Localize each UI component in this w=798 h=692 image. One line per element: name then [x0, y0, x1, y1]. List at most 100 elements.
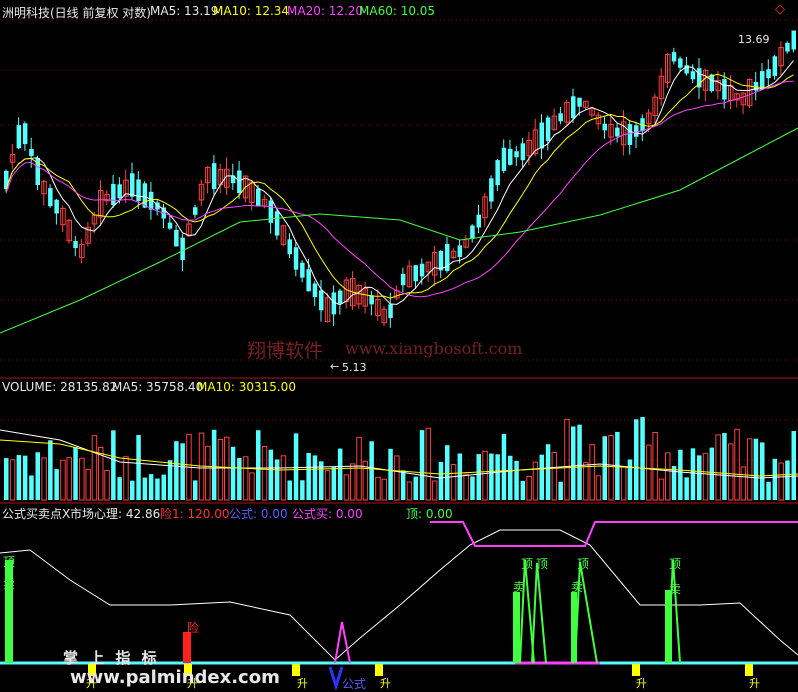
volume-bar [343, 474, 350, 501]
candle-body [419, 263, 425, 277]
volume-bar [205, 445, 211, 501]
candle-body [167, 222, 173, 229]
volume-bar [230, 446, 236, 500]
diamond-icon[interactable]: ◇ [775, 2, 785, 17]
candle-body [495, 160, 500, 186]
volume-bar [684, 477, 689, 500]
volume-bar [79, 457, 85, 501]
volume-bar [740, 466, 747, 501]
candle-body [22, 123, 28, 145]
volume-bar [595, 475, 602, 501]
candle-body [256, 188, 261, 207]
candle-body [111, 183, 116, 205]
volume-bar [261, 445, 268, 501]
candle-body [300, 262, 305, 278]
top-value: 顶: 0.00 [406, 507, 453, 521]
volume-bar [489, 453, 494, 500]
volume-bar [85, 468, 91, 501]
volume-bar [274, 459, 280, 500]
volume-bar [526, 475, 532, 501]
volume-bar [312, 455, 318, 500]
volume-bar [381, 478, 387, 501]
volume-bar [571, 426, 576, 500]
volume-bar [419, 430, 425, 500]
candle-body [627, 124, 633, 145]
top-signal-line [531, 562, 547, 664]
candle-body [678, 58, 683, 68]
volume-bar [331, 467, 337, 500]
ma60-line [0, 127, 798, 334]
indicator-name: 公式买卖点X [2, 507, 71, 521]
volume-bar [268, 449, 274, 500]
volume-bar [136, 435, 141, 500]
volume-bar [324, 470, 331, 501]
candle-body [690, 71, 696, 80]
volume-bar [715, 434, 721, 501]
candle-body [671, 52, 677, 62]
signal-top-label: 顶 [536, 557, 549, 571]
volume-value: VOLUME: 28135.82 [2, 380, 118, 394]
volume-bar [350, 463, 356, 501]
volume-bar [356, 436, 362, 501]
candle-body [274, 211, 280, 236]
candle-body [520, 143, 526, 161]
market-mind-value: 市场心理: 42.86 [70, 507, 161, 521]
volume-bar [520, 480, 526, 500]
candle-body [508, 148, 513, 165]
volume-bar [634, 419, 639, 500]
signal-risk-label: 险 [187, 621, 200, 635]
candle-body [237, 170, 242, 194]
volume-bar [16, 455, 22, 500]
volume-bar [463, 473, 469, 501]
volume-bar [242, 456, 249, 501]
candle-body [211, 163, 217, 190]
formula-buy-value: 公式买: 0.00 [292, 507, 363, 521]
volume-bar [457, 453, 463, 500]
candle-body [174, 229, 179, 247]
volume-bar [514, 460, 519, 500]
candle-body [501, 147, 507, 171]
formula-value: 公式: 0.00 [229, 507, 288, 521]
volume-bar [760, 442, 765, 500]
low-price-arrow-icon: ← [330, 360, 340, 373]
volume-bar [394, 455, 400, 501]
volume-bar [690, 448, 696, 500]
volume-bar [293, 433, 299, 500]
volume-bar [66, 457, 72, 501]
candle-body [117, 184, 122, 199]
volume-ma5: MA5: 35758.40 [112, 380, 204, 394]
volume-bar [193, 480, 198, 500]
volume-bar [539, 454, 544, 500]
sell-signal-bar [513, 592, 520, 663]
candle-body [722, 79, 727, 100]
candle-body [142, 183, 148, 208]
volume-bar [508, 455, 513, 500]
candle-body [470, 225, 475, 239]
volume-bar [161, 474, 166, 500]
volume-bar [369, 441, 374, 500]
candle-body [545, 117, 551, 141]
volume-bar [697, 455, 702, 500]
volume-bar [627, 459, 633, 500]
volume-bar [123, 456, 129, 501]
candle-body [602, 123, 607, 131]
candle-body [634, 125, 639, 137]
candle-body [293, 247, 299, 270]
signal-sell-label: 卖 [669, 582, 682, 596]
volume-bar [602, 436, 607, 500]
volume-bar [678, 449, 683, 500]
candle-body [760, 71, 765, 89]
volume-bar [425, 427, 432, 501]
candle-body [489, 178, 494, 202]
footer-watermark: www.palmindex.com [70, 667, 280, 688]
candle-body [312, 283, 318, 298]
footer-caption: 掌 上 指 标 [63, 649, 160, 667]
volume-bar [211, 429, 217, 500]
volume-bar [558, 481, 563, 500]
signal-top-label: 顶 [3, 555, 16, 569]
volume-bar [130, 480, 135, 500]
volume-bar [29, 475, 34, 500]
candle-body [772, 56, 778, 76]
signal-top-label: 顶 [521, 557, 534, 571]
signal-sell-label: 卖 [513, 580, 526, 594]
